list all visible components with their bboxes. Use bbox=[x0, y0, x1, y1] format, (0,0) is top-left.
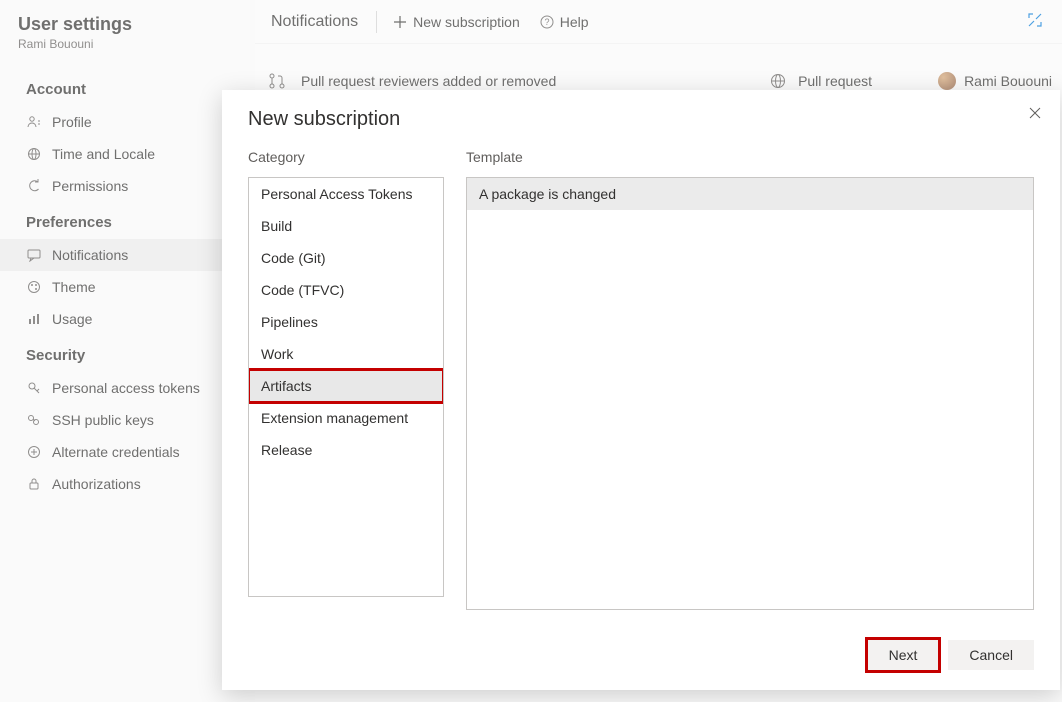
plus-icon bbox=[393, 15, 407, 29]
category-item[interactable]: Build bbox=[249, 210, 443, 242]
help-label: Help bbox=[560, 14, 589, 30]
sidebar-item-auth[interactable]: Authorizations bbox=[0, 468, 255, 500]
new-subscription-dialog: New subscription Category Personal Acces… bbox=[222, 90, 1060, 690]
idcred-icon bbox=[26, 444, 42, 460]
sidebar-item-label: Profile bbox=[52, 114, 92, 130]
sidebar-item-profile[interactable]: Profile bbox=[0, 106, 255, 138]
toolbar-title: Notifications bbox=[271, 13, 358, 31]
keychain-icon bbox=[26, 412, 42, 428]
template-item[interactable]: A package is changed bbox=[467, 178, 1033, 210]
expand-icon bbox=[1028, 13, 1042, 27]
person-icon bbox=[26, 114, 42, 130]
subscription-owner: Rami Bououni bbox=[938, 72, 1052, 90]
divider bbox=[376, 11, 377, 33]
dialog-title: New subscription bbox=[248, 108, 1034, 131]
sidebar-item-label: Permissions bbox=[52, 178, 128, 194]
sidebar-item-alt[interactable]: Alternate credentials bbox=[0, 436, 255, 468]
lock-icon bbox=[26, 476, 42, 492]
sidebar-item-label: Alternate credentials bbox=[52, 444, 180, 460]
pull-request-icon bbox=[265, 72, 289, 90]
sidebar: User settings Rami Bououni Account Profil… bbox=[0, 0, 255, 702]
sidebar-group-label: Account bbox=[0, 69, 255, 106]
cancel-button[interactable]: Cancel bbox=[948, 640, 1034, 670]
refresh-icon bbox=[26, 178, 42, 194]
globe-icon bbox=[758, 73, 798, 89]
category-item[interactable]: Code (Git) bbox=[249, 242, 443, 274]
avatar bbox=[938, 72, 956, 90]
new-subscription-label: New subscription bbox=[413, 14, 520, 30]
help-button[interactable]: ? Help bbox=[530, 10, 599, 34]
category-item[interactable]: Pipelines bbox=[249, 306, 443, 338]
sidebar-item-label: Notifications bbox=[52, 247, 128, 263]
sidebar-item-label: Time and Locale bbox=[52, 146, 155, 162]
category-item[interactable]: Artifacts bbox=[249, 370, 443, 402]
subscription-title: Pull request reviewers added or removed bbox=[301, 73, 556, 89]
expand-button[interactable] bbox=[1024, 9, 1046, 34]
template-listbox[interactable]: A package is changed bbox=[466, 177, 1034, 610]
current-user: Rami Bououni bbox=[0, 35, 255, 69]
sidebar-item-theme[interactable]: Theme bbox=[0, 271, 255, 303]
owner-name: Rami Bououni bbox=[964, 73, 1052, 89]
page-title: User settings bbox=[0, 14, 255, 35]
template-label: Template bbox=[466, 149, 1034, 165]
category-item[interactable]: Extension management bbox=[249, 402, 443, 434]
globe-icon bbox=[26, 146, 42, 162]
sidebar-item-usage[interactable]: Usage bbox=[0, 303, 255, 335]
close-button[interactable] bbox=[1024, 102, 1046, 127]
category-item[interactable]: Personal Access Tokens bbox=[249, 178, 443, 210]
svg-text:?: ? bbox=[544, 17, 549, 27]
category-listbox[interactable]: Personal Access TokensBuildCode (Git)Cod… bbox=[248, 177, 444, 597]
sidebar-item-ssh[interactable]: SSH public keys bbox=[0, 404, 255, 436]
help-icon: ? bbox=[540, 15, 554, 29]
sidebar-item-label: Theme bbox=[52, 279, 96, 295]
paint-icon bbox=[26, 279, 42, 295]
sidebar-item-label: Personal access tokens bbox=[52, 380, 200, 396]
sidebar-item-time[interactable]: Time and Locale bbox=[0, 138, 255, 170]
key-icon bbox=[26, 380, 42, 396]
sidebar-item-notif[interactable]: Notifications bbox=[0, 239, 255, 271]
sidebar-group-label: Preferences bbox=[0, 202, 255, 239]
category-item[interactable]: Work bbox=[249, 338, 443, 370]
sidebar-item-label: Usage bbox=[52, 311, 92, 327]
toolbar: Notifications New subscription ? Help bbox=[255, 0, 1062, 44]
sidebar-item-pat[interactable]: Personal access tokens bbox=[0, 372, 255, 404]
sidebar-item-label: Authorizations bbox=[52, 476, 141, 492]
category-label: Category bbox=[248, 149, 444, 165]
bars-icon bbox=[26, 311, 42, 327]
close-icon bbox=[1028, 106, 1042, 120]
subscription-type: Pull request bbox=[798, 73, 938, 89]
chat-icon bbox=[26, 247, 42, 263]
new-subscription-button[interactable]: New subscription bbox=[383, 10, 530, 34]
sidebar-group-label: Security bbox=[0, 335, 255, 372]
sidebar-item-label: SSH public keys bbox=[52, 412, 154, 428]
sidebar-item-perm[interactable]: Permissions bbox=[0, 170, 255, 202]
category-item[interactable]: Release bbox=[249, 434, 443, 466]
category-item[interactable]: Code (TFVC) bbox=[249, 274, 443, 306]
next-button[interactable]: Next bbox=[868, 640, 939, 670]
